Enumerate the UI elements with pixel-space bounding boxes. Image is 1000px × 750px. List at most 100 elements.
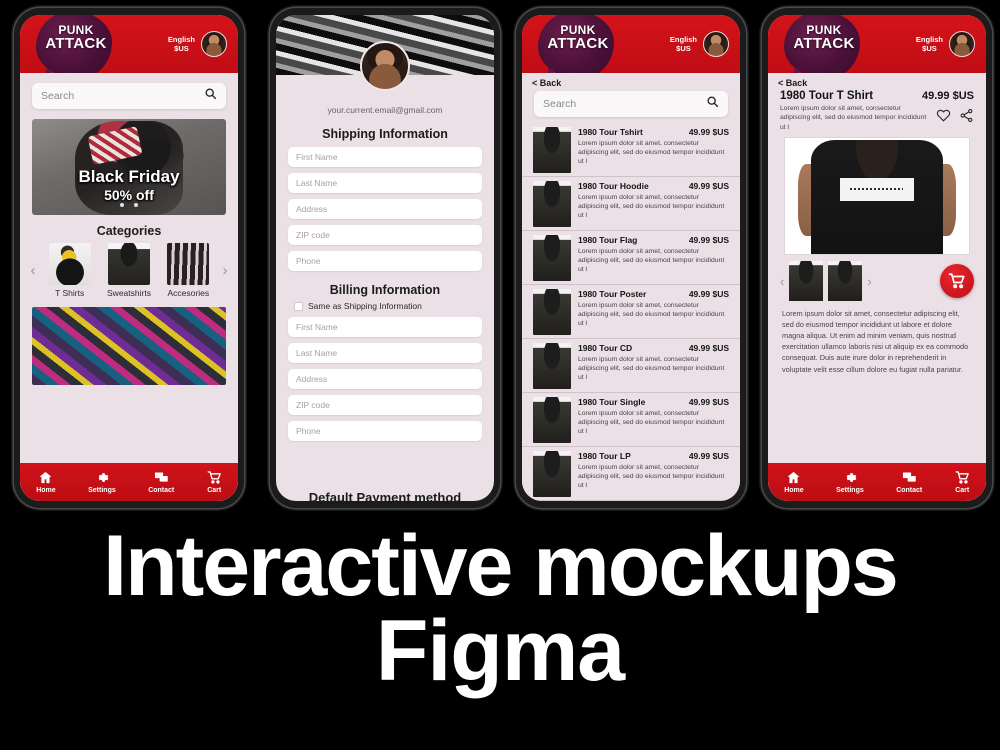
- billing-last-name-field[interactable]: Last Name: [288, 343, 482, 363]
- carousel-dots[interactable]: [32, 194, 226, 212]
- poster-caption: Interactive mockups Figma: [0, 518, 1000, 696]
- product-price: 49.99 $US: [688, 451, 729, 461]
- home-icon: [784, 470, 803, 486]
- product-list-item[interactable]: 1980 Tour Tshirt 49.99 $US Lorem ipsum d…: [522, 123, 740, 177]
- language-currency-selector[interactable]: English $US: [916, 35, 943, 54]
- tab-contact[interactable]: Contact: [148, 470, 174, 494]
- promo-banner[interactable]: Black Friday 50% off: [32, 119, 226, 215]
- tab-settings[interactable]: Settings: [836, 470, 864, 494]
- tab-home[interactable]: Home: [36, 470, 56, 494]
- billing-phone-field[interactable]: Phone: [288, 421, 482, 441]
- product-detail-short-description: Lorem ipsum dolor sit amet, consectetur …: [780, 105, 927, 131]
- category-item-sweatshirts[interactable]: Sweatshirts: [100, 243, 158, 298]
- product-list-item[interactable]: 1980 Tour CD 49.99 $US Lorem ipsum dolor…: [522, 339, 740, 393]
- search-icon[interactable]: [706, 95, 719, 113]
- caption-line1: Interactive mockups: [103, 518, 899, 614]
- thumbnail-prev-arrow-icon[interactable]: ‹: [780, 274, 784, 289]
- product-name: 1980 Tour LP: [578, 451, 631, 461]
- category-thumb: [48, 243, 91, 285]
- carousel-dot[interactable]: [119, 203, 124, 207]
- phone3-screen: PUNK ATTACK English $US < Back Search 19…: [522, 15, 740, 501]
- product-thumbnail[interactable]: [789, 261, 824, 302]
- shipping-zip-field[interactable]: ZIP code: [288, 225, 482, 245]
- billing-first-name-field[interactable]: First Name: [288, 317, 482, 337]
- cuff-thumb-icon: [167, 243, 210, 285]
- brand-logo[interactable]: PUNK ATTACK: [780, 15, 872, 87]
- tab-cart[interactable]: Cart: [207, 470, 222, 494]
- language-label: English: [669, 34, 697, 44]
- app-header: PUNK ATTACK English $US: [768, 15, 986, 87]
- add-to-cart-button[interactable]: [940, 264, 974, 299]
- shipping-address-field[interactable]: Address: [288, 199, 482, 219]
- tab-home[interactable]: Home: [784, 470, 804, 494]
- shipping-last-name-field[interactable]: Last Name: [288, 173, 482, 193]
- product-long-description: Lorem ipsum dolor sit amet, consectetur …: [782, 309, 969, 374]
- product-header: 1980 Tour Flag 49.99 $US: [578, 235, 729, 245]
- product-price: 49.99 $US: [688, 397, 729, 407]
- categories-prev-arrow-icon[interactable]: ‹: [26, 262, 40, 279]
- tab-settings[interactable]: Settings: [88, 470, 116, 494]
- back-button[interactable]: < Back: [532, 78, 740, 88]
- product-header: 1980 Tour LP 49.99 $US: [578, 451, 729, 461]
- product-thumbnail: [533, 451, 571, 497]
- same-as-shipping-checkbox[interactable]: [294, 301, 303, 311]
- tab-cart[interactable]: Cart: [955, 470, 970, 494]
- carousel-dot[interactable]: [134, 203, 139, 207]
- user-avatar[interactable]: [949, 31, 975, 57]
- product-detail-header: 1980 Tour T Shirt 49.99 $US: [768, 88, 986, 102]
- product-hero-image[interactable]: [784, 137, 970, 256]
- profile-avatar[interactable]: [360, 41, 410, 91]
- product-description: Lorem ipsum dolor sit amet, consectetur …: [578, 248, 725, 274]
- gear-icon: [88, 470, 116, 486]
- category-item-accesories[interactable]: Accesories: [159, 243, 217, 298]
- category-thumb: [107, 243, 150, 285]
- poster-canvas: PUNK ATTACK English $US Search Black Fri…: [0, 0, 1000, 750]
- category-item-tshirts[interactable]: T Shirts: [41, 243, 99, 298]
- billing-address-field[interactable]: Address: [288, 369, 482, 389]
- chat-icon: [148, 470, 174, 486]
- language-currency-selector[interactable]: English $US: [670, 35, 697, 54]
- back-button[interactable]: < Back: [778, 78, 986, 88]
- product-list-item[interactable]: 1980 Tour Single 49.99 $US Lorem ipsum d…: [522, 393, 740, 447]
- product-description: Lorem ipsum dolor sit amet, consectetur …: [578, 410, 725, 436]
- phone-mockup-product-list: PUNK ATTACK English $US < Back Search 19…: [516, 8, 746, 508]
- search-input[interactable]: Search: [32, 83, 226, 109]
- search-icon[interactable]: [204, 87, 217, 105]
- user-avatar[interactable]: [703, 31, 729, 57]
- product-thumbnail[interactable]: [828, 261, 863, 302]
- user-avatar[interactable]: [201, 31, 227, 57]
- categories-next-arrow-icon[interactable]: ›: [218, 262, 232, 279]
- product-list-item[interactable]: 1980 Tour Hoodie 49.99 $US Lorem ipsum d…: [522, 177, 740, 231]
- product-name: 1980 Tour Hoodie: [578, 181, 649, 191]
- currency-label: $US: [922, 44, 937, 53]
- heart-icon[interactable]: [936, 108, 951, 128]
- same-as-shipping-label: Same as Shipping Information: [308, 301, 422, 311]
- category-thumb: [167, 243, 210, 285]
- hoodie-thumb-icon: [107, 243, 150, 285]
- product-price: 49.99 $US: [688, 235, 729, 245]
- brand-logo-line2: ATTACK: [793, 35, 855, 53]
- product-header: 1980 Tour Tshirt 49.99 $US: [578, 127, 729, 137]
- categories-title: Categories: [96, 224, 162, 238]
- share-icon[interactable]: [959, 108, 974, 128]
- brand-logo[interactable]: PUNK ATTACK: [534, 15, 626, 87]
- phone4-body: < Back 1980 Tour T Shirt 49.99 $US Lorem…: [768, 73, 986, 501]
- shipping-phone-field[interactable]: Phone: [288, 251, 482, 271]
- featured-collage-image[interactable]: [32, 307, 226, 385]
- search-input[interactable]: Search: [534, 91, 728, 117]
- shipping-first-name-field[interactable]: First Name: [288, 147, 482, 167]
- thumbnail-next-arrow-icon[interactable]: ›: [867, 274, 871, 289]
- brand-logo[interactable]: PUNK ATTACK: [32, 15, 124, 87]
- language-currency-selector[interactable]: English $US: [168, 35, 195, 54]
- billing-zip-field[interactable]: ZIP code: [288, 395, 482, 415]
- product-price: 49.99 $US: [688, 289, 729, 299]
- tab-contact[interactable]: Contact: [896, 470, 922, 494]
- product-thumbnail: [533, 181, 571, 227]
- gear-icon: [836, 470, 864, 486]
- product-description: Lorem ipsum dolor sit amet, consectetur …: [578, 356, 725, 382]
- product-list-item[interactable]: 1980 Tour Poster 49.99 $US Lorem ipsum d…: [522, 285, 740, 339]
- product-list-item[interactable]: 1980 Tour LP 49.99 $US Lorem ipsum dolor…: [522, 447, 740, 501]
- same-as-shipping-row[interactable]: Same as Shipping Information: [294, 301, 494, 311]
- product-list-item[interactable]: 1980 Tour Flag 49.99 $US Lorem ipsum dol…: [522, 231, 740, 285]
- product-info: 1980 Tour Poster 49.99 $US Lorem ipsum d…: [578, 289, 729, 335]
